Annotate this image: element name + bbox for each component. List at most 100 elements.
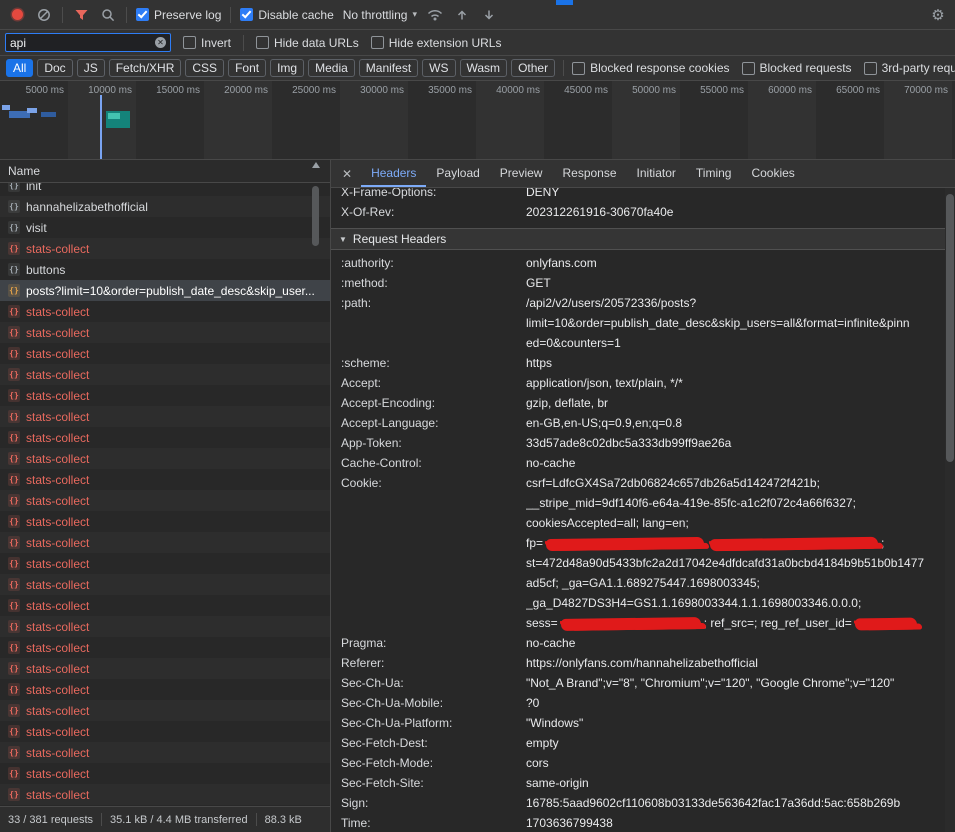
overview-activity-block bbox=[108, 113, 120, 119]
request-row[interactable]: stats-collect bbox=[0, 511, 330, 532]
type-chip-img[interactable]: Img bbox=[270, 59, 304, 77]
request-row[interactable]: hannahelizabethofficial bbox=[0, 196, 330, 217]
tab-headers[interactable]: Headers bbox=[361, 160, 426, 187]
checkbox-icon bbox=[256, 36, 269, 49]
request-row[interactable]: stats-collect bbox=[0, 469, 330, 490]
export-har-icon[interactable] bbox=[480, 6, 498, 24]
import-har-icon[interactable] bbox=[453, 6, 471, 24]
request-row[interactable]: stats-collect bbox=[0, 616, 330, 637]
divider bbox=[126, 7, 127, 23]
header-value: 202312261916-30670fa40e bbox=[526, 202, 945, 222]
scrollbar[interactable] bbox=[945, 188, 955, 832]
header-name: :scheme: bbox=[331, 353, 526, 373]
filter-input-box[interactable] bbox=[5, 33, 171, 52]
filter-funnel-icon[interactable] bbox=[72, 6, 90, 24]
settings-gear-icon[interactable]: ⚙ bbox=[929, 6, 947, 24]
request-row[interactable]: stats-collect bbox=[0, 385, 330, 406]
request-row[interactable]: stats-collect bbox=[0, 322, 330, 343]
request-name: stats-collect bbox=[26, 494, 314, 508]
type-chip-ws[interactable]: WS bbox=[422, 59, 455, 77]
request-row[interactable]: stats-collect bbox=[0, 553, 330, 574]
preserve-log-checkbox[interactable]: Preserve log bbox=[136, 8, 221, 22]
hide-extension-urls-checkbox[interactable]: Hide extension URLs bbox=[371, 36, 502, 50]
timeline-tick: 60000 ms bbox=[756, 85, 812, 96]
type-chip-media[interactable]: Media bbox=[308, 59, 355, 77]
filter-checkbox-blocked-response-cookies[interactable]: Blocked response cookies bbox=[572, 61, 729, 75]
request-row[interactable]: stats-collect bbox=[0, 742, 330, 763]
request-row[interactable]: stats-collect bbox=[0, 679, 330, 700]
tab-preview[interactable]: Preview bbox=[490, 160, 553, 187]
clear-network-log-icon[interactable] bbox=[35, 6, 53, 24]
type-chip-font[interactable]: Font bbox=[228, 59, 266, 77]
type-chip-doc[interactable]: Doc bbox=[37, 59, 72, 77]
scroll-up-arrow-icon[interactable] bbox=[312, 162, 320, 168]
request-row[interactable]: stats-collect bbox=[0, 784, 330, 805]
request-row[interactable]: stats-collect bbox=[0, 532, 330, 553]
request-row[interactable]: stats-collect bbox=[0, 637, 330, 658]
header-name: X-Frame-Options: bbox=[331, 188, 526, 202]
record-button[interactable] bbox=[8, 6, 26, 24]
request-row[interactable]: stats-collect bbox=[0, 595, 330, 616]
type-chip-other[interactable]: Other bbox=[511, 59, 555, 77]
type-chip-css[interactable]: CSS bbox=[185, 59, 224, 77]
header-row: Sec-Ch-Ua-Platform:"Windows" bbox=[331, 713, 945, 733]
request-row[interactable]: stats-collect bbox=[0, 238, 330, 259]
tab-cookies[interactable]: Cookies bbox=[741, 160, 804, 187]
request-row[interactable]: stats-collect bbox=[0, 721, 330, 742]
close-icon[interactable]: ✕ bbox=[342, 167, 352, 181]
request-row[interactable]: init bbox=[0, 183, 330, 196]
request-row[interactable]: stats-collect bbox=[0, 301, 330, 322]
type-chip-manifest[interactable]: Manifest bbox=[359, 59, 418, 77]
filter-checkbox-blocked-requests[interactable]: Blocked requests bbox=[742, 61, 852, 75]
redaction-scribble bbox=[561, 617, 701, 631]
clear-filter-icon[interactable] bbox=[155, 37, 166, 48]
type-chip-fetch-xhr[interactable]: Fetch/XHR bbox=[109, 59, 182, 77]
header-value: 16785:5aad9602cf110608b03133de563642fac1… bbox=[526, 793, 945, 813]
filter-input[interactable] bbox=[10, 36, 151, 50]
request-row[interactable]: stats-collect bbox=[0, 658, 330, 679]
timeline-tick: 5000 ms bbox=[8, 85, 64, 96]
network-conditions-icon[interactable] bbox=[426, 6, 444, 24]
name-column-header[interactable]: Name bbox=[0, 160, 330, 183]
type-chip-js[interactable]: JS bbox=[77, 59, 105, 77]
tab-payload[interactable]: Payload bbox=[426, 160, 489, 187]
request-row[interactable]: stats-collect bbox=[0, 427, 330, 448]
type-chip-all[interactable]: All bbox=[6, 59, 33, 77]
checkbox-label: Blocked requests bbox=[760, 61, 852, 75]
search-icon[interactable] bbox=[99, 6, 117, 24]
overview-activity-bar bbox=[27, 108, 37, 113]
request-row[interactable]: stats-collect bbox=[0, 448, 330, 469]
overview-activity-bar bbox=[2, 105, 10, 110]
request-row[interactable]: stats-collect bbox=[0, 343, 330, 364]
request-name: stats-collect bbox=[26, 683, 314, 697]
request-row[interactable]: visit bbox=[0, 217, 330, 238]
request-row[interactable]: stats-collect bbox=[0, 763, 330, 784]
tab-timing[interactable]: Timing bbox=[686, 160, 742, 187]
scrollbar-thumb[interactable] bbox=[312, 186, 319, 246]
tab-response[interactable]: Response bbox=[552, 160, 626, 187]
request-row[interactable]: stats-collect bbox=[0, 406, 330, 427]
request-row[interactable]: buttons bbox=[0, 259, 330, 280]
request-row[interactable]: posts?limit=10&order=publish_date_desc&s… bbox=[0, 280, 330, 301]
header-row: Sec-Ch-Ua:"Not_A Brand";v="8", "Chromium… bbox=[331, 673, 945, 693]
request-row[interactable]: stats-collect bbox=[0, 490, 330, 511]
scrollbar-thumb[interactable] bbox=[946, 194, 954, 462]
type-chip-wasm[interactable]: Wasm bbox=[460, 59, 508, 77]
scrollbar[interactable] bbox=[311, 162, 320, 246]
hide-data-urls-checkbox[interactable]: Hide data URLs bbox=[256, 36, 359, 50]
tab-initiator[interactable]: Initiator bbox=[627, 160, 686, 187]
throttling-dropdown[interactable]: No throttling ▾ bbox=[343, 8, 417, 22]
invert-checkbox[interactable]: Invert bbox=[183, 36, 231, 50]
header-name: Cache-Control: bbox=[331, 453, 526, 473]
request-row[interactable]: stats-collect bbox=[0, 700, 330, 721]
request-name: stats-collect bbox=[26, 410, 314, 424]
divider bbox=[243, 35, 244, 51]
filter-checkbox-3rd-party-requests[interactable]: 3rd-party requests bbox=[864, 61, 955, 75]
request-row[interactable]: stats-collect bbox=[0, 364, 330, 385]
request-row[interactable]: stats-collect bbox=[0, 574, 330, 595]
timeline-overview[interactable]: 5000 ms10000 ms15000 ms20000 ms25000 ms3… bbox=[0, 81, 955, 160]
file-icon bbox=[8, 368, 20, 381]
checkbox-checked-icon bbox=[136, 8, 149, 21]
disable-cache-checkbox[interactable]: Disable cache bbox=[240, 8, 333, 22]
request-headers-section-header[interactable]: ▼ Request Headers bbox=[331, 228, 945, 250]
